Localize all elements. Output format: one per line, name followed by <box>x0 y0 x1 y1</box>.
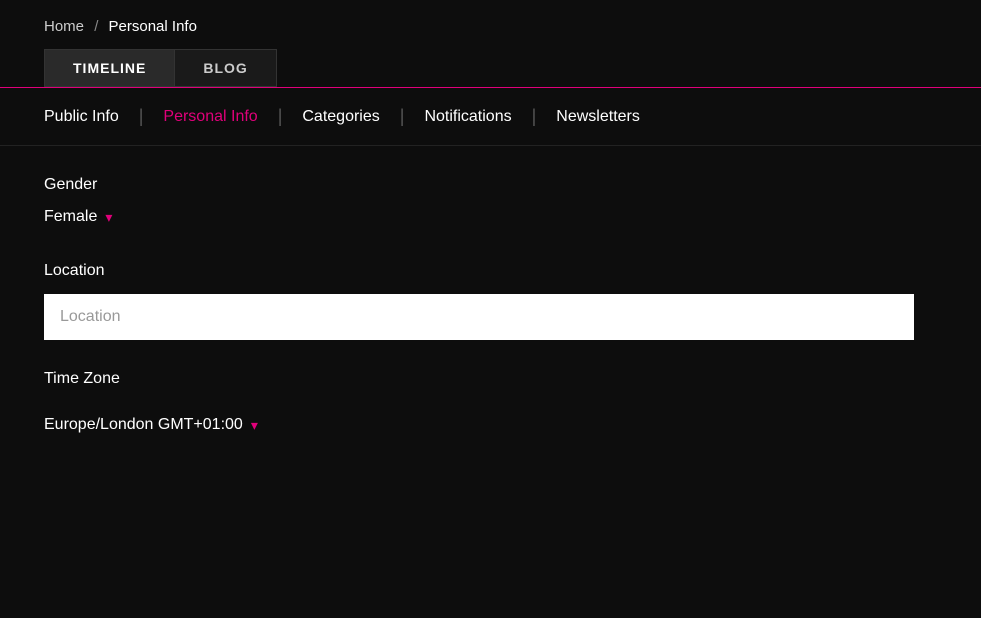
tab-timeline[interactable]: TIMELINE <box>44 49 174 87</box>
location-label: Location <box>44 262 937 280</box>
sub-navigation: Public Info | Personal Info | Categories… <box>0 88 981 146</box>
subnav-newsletters[interactable]: Newsletters <box>536 108 660 126</box>
subnav-notifications[interactable]: Notifications <box>404 108 531 126</box>
location-section: Location <box>44 262 937 340</box>
timezone-dropdown[interactable]: Europe/London GMT+01:00 ▾ <box>44 416 258 434</box>
gender-label: Gender <box>44 176 937 194</box>
gender-section: Gender Female ▾ <box>44 176 937 262</box>
breadcrumb: Home / Personal Info <box>0 0 981 49</box>
timezone-section: Time Zone Europe/London GMT+01:00 ▾ <box>44 370 937 434</box>
form-content: Gender Female ▾ Location Time Zone Europ… <box>0 146 981 464</box>
gender-dropdown[interactable]: Female ▾ <box>44 208 112 226</box>
timezone-value: Europe/London GMT+01:00 <box>44 416 243 434</box>
breadcrumb-home[interactable]: Home <box>44 18 84 35</box>
top-tabs: TIMELINE BLOG <box>0 49 981 87</box>
subnav-public-info[interactable]: Public Info <box>44 108 139 126</box>
gender-value: Female <box>44 208 97 226</box>
chevron-down-icon: ▾ <box>251 417 258 434</box>
tab-blog[interactable]: BLOG <box>174 49 276 87</box>
breadcrumb-separator: / <box>94 18 98 35</box>
subnav-categories[interactable]: Categories <box>282 108 399 126</box>
breadcrumb-current: Personal Info <box>109 18 197 35</box>
location-input[interactable] <box>44 294 914 340</box>
subnav-personal-info[interactable]: Personal Info <box>143 108 277 126</box>
timezone-label: Time Zone <box>44 370 937 388</box>
chevron-down-icon: ▾ <box>105 209 112 226</box>
